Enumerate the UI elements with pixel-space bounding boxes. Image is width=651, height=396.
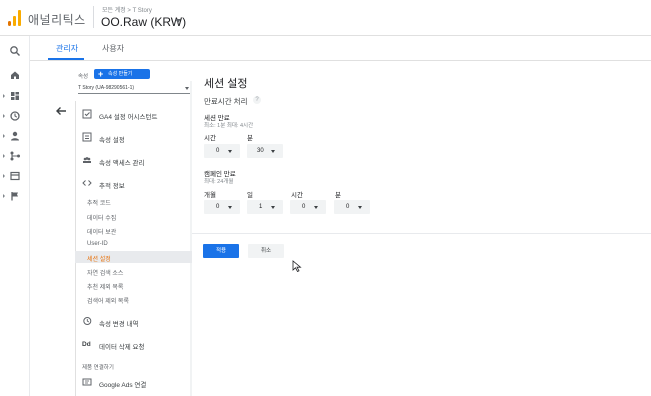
sub-data-retention[interactable]: 데이터 보관 bbox=[87, 227, 116, 236]
campaign-hours-value: 0 bbox=[302, 204, 306, 210]
sub-tracking-code[interactable]: 추적 코드 bbox=[87, 198, 111, 207]
caret-down-icon bbox=[228, 150, 232, 153]
menu-label: Google Ads 연결 bbox=[99, 382, 147, 389]
campaign-hours-label: 시간 bbox=[291, 192, 303, 199]
session-hours-label: 시간 bbox=[204, 135, 216, 142]
plus-icon: + bbox=[98, 69, 104, 79]
flag-icon[interactable] bbox=[9, 190, 21, 202]
caret-down-icon bbox=[271, 206, 275, 209]
sub-session-settings[interactable]: 세션 설정 bbox=[87, 254, 111, 263]
help-icon[interactable]: ? bbox=[253, 96, 261, 104]
campaign-days-value: 1 bbox=[259, 204, 263, 210]
google-ads-icon bbox=[82, 378, 92, 386]
left-nav-rail bbox=[0, 36, 30, 396]
caret-down-icon bbox=[271, 150, 275, 153]
search-icon[interactable] bbox=[9, 45, 21, 57]
property-select[interactable]: T Story (UA-98290561-1) bbox=[78, 83, 190, 94]
session-minutes-value: 30 bbox=[257, 148, 264, 154]
column-divider bbox=[75, 101, 76, 396]
campaign-timeout-hint: 최대: 24개월 bbox=[204, 179, 234, 185]
checklist-icon bbox=[82, 109, 92, 119]
apply-button[interactable]: 적용 bbox=[203, 244, 239, 258]
campaign-minutes-value: 0 bbox=[346, 204, 350, 210]
back-arrow-icon[interactable] bbox=[54, 105, 68, 117]
menu-label: 추적 정보 bbox=[99, 183, 125, 190]
settings-box-icon bbox=[82, 132, 92, 142]
session-minutes-select[interactable]: 30 bbox=[247, 144, 283, 158]
product-links-heading: 제품 연결하기 bbox=[82, 365, 114, 371]
session-minutes-label: 분 bbox=[247, 135, 253, 142]
page-title: 세션 설정 bbox=[204, 78, 248, 90]
session-timeout-hint: 최소: 1분 최대: 4시간 bbox=[204, 123, 254, 129]
caret-down-icon bbox=[228, 206, 232, 209]
expand-caret-icon[interactable] bbox=[3, 194, 5, 198]
expand-caret-icon[interactable] bbox=[3, 154, 5, 158]
home-icon[interactable] bbox=[9, 69, 21, 81]
chevron-down-icon[interactable] bbox=[175, 19, 181, 23]
property-label: 속성 bbox=[78, 74, 89, 80]
top-bar: 애널리틱스 모든 계정 > T Story OO.Raw (KRW) bbox=[0, 0, 651, 36]
expand-caret-icon[interactable] bbox=[3, 134, 5, 138]
property-select-value: T Story (UA-98290561-1) bbox=[78, 85, 135, 91]
menu-label: 속성 설정 bbox=[99, 137, 125, 144]
timeout-section-title: 만료시간 처리 bbox=[204, 97, 248, 106]
expand-caret-icon[interactable] bbox=[3, 174, 5, 178]
person-icon[interactable] bbox=[9, 130, 21, 142]
tab-user[interactable]: 사용자 bbox=[102, 43, 124, 54]
breadcrumb[interactable]: 모든 계정 > T Story bbox=[102, 5, 152, 14]
campaign-hours-select[interactable]: 0 bbox=[290, 200, 326, 214]
expand-caret-icon[interactable] bbox=[3, 94, 5, 98]
admin-tabs: 관리자 사용자 bbox=[30, 36, 651, 61]
sub-organic-search-sources[interactable]: 자연 검색 소스 bbox=[87, 268, 123, 277]
clock-icon[interactable] bbox=[9, 110, 21, 122]
chevron-down-icon bbox=[185, 87, 189, 90]
session-hours-select[interactable]: 0 bbox=[204, 144, 240, 158]
property-column: 속성 + 속성 만들기 T Story (UA-98290561-1) GA4 … bbox=[30, 61, 192, 396]
campaign-months-select[interactable]: 0 bbox=[204, 200, 240, 214]
sub-user-id[interactable]: User-ID bbox=[87, 241, 108, 247]
sub-referral-exclusion[interactable]: 추천 제외 목록 bbox=[87, 282, 123, 291]
create-property-label: 속성 만들기 bbox=[108, 71, 133, 77]
account-selector[interactable]: OO.Raw (KRW) bbox=[101, 15, 186, 29]
analytics-logo[interactable] bbox=[8, 10, 22, 26]
mouse-cursor-icon bbox=[292, 260, 302, 272]
dd-icon: Dd bbox=[82, 341, 91, 348]
app-title: 애널리틱스 bbox=[28, 13, 86, 27]
campaign-days-select[interactable]: 1 bbox=[247, 200, 283, 214]
campaign-minutes-select[interactable]: 0 bbox=[334, 200, 370, 214]
panel-icon[interactable] bbox=[9, 170, 21, 182]
menu-label: 데이터 삭제 요청 bbox=[99, 344, 145, 351]
menu-label: GA4 설정 어시스턴트 bbox=[99, 114, 158, 121]
dashboard-icon[interactable] bbox=[9, 90, 21, 102]
menu-label: 속성 액세스 관리 bbox=[99, 160, 145, 167]
campaign-months-value: 0 bbox=[216, 204, 220, 210]
sub-search-term-exclusion[interactable]: 검색어 제외 목록 bbox=[87, 296, 129, 305]
sub-data-collection[interactable]: 데이터 수집 bbox=[87, 213, 116, 222]
actions-divider bbox=[192, 233, 651, 234]
create-property-button[interactable]: + 속성 만들기 bbox=[94, 69, 150, 79]
branch-icon[interactable] bbox=[9, 150, 21, 162]
history-icon bbox=[83, 317, 92, 325]
campaign-days-label: 일 bbox=[247, 192, 253, 199]
campaign-months-label: 개월 bbox=[204, 192, 216, 199]
tab-admin[interactable]: 관리자 bbox=[56, 43, 78, 54]
expand-caret-icon[interactable] bbox=[3, 114, 5, 118]
people-icon bbox=[83, 157, 91, 163]
session-hours-value: 0 bbox=[216, 148, 220, 154]
active-tab-indicator bbox=[48, 58, 84, 60]
caret-down-icon bbox=[358, 206, 362, 209]
cancel-button[interactable]: 취소 bbox=[248, 244, 284, 258]
session-settings-panel: 세션 설정 만료시간 처리 ? 세션 만료 최소: 1분 최대: 4시간 시간 … bbox=[192, 61, 651, 396]
code-icon bbox=[82, 180, 92, 186]
campaign-minutes-label: 분 bbox=[335, 192, 341, 199]
header-divider bbox=[93, 6, 94, 28]
caret-down-icon bbox=[314, 206, 318, 209]
menu-label: 속성 변경 내역 bbox=[99, 321, 139, 328]
